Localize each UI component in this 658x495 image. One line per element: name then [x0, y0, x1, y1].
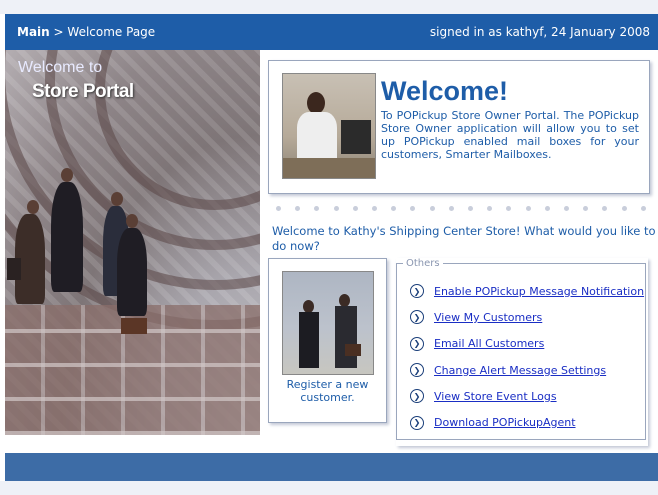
dotted-divider — [276, 206, 646, 212]
breadcrumb-current: Welcome Page — [67, 25, 156, 39]
handshake-image[interactable] — [282, 271, 374, 375]
hero-image: Welcome to Store Portal — [5, 50, 260, 435]
welcome-panel: Welcome! To POPickup Store Owner Portal.… — [268, 60, 650, 194]
welcome-title: Welcome! — [381, 76, 509, 106]
bottom-strip — [0, 481, 658, 495]
breadcrumb-separator: > — [53, 25, 64, 39]
list-item: ❯ Enable POPickup Message Notification — [410, 278, 644, 304]
email-customers-link[interactable]: Email All Customers — [434, 337, 544, 350]
circle-arrow-right-icon[interactable]: ❯ — [410, 284, 424, 299]
circle-arrow-right-icon[interactable]: ❯ — [410, 389, 424, 404]
circle-arrow-right-icon[interactable]: ❯ — [410, 336, 424, 351]
download-agent-link[interactable]: Download POPickupAgent — [434, 416, 576, 429]
breadcrumb: Main > Welcome Page — [17, 25, 155, 39]
register-customer-panel[interactable]: Register a new customer. — [268, 258, 387, 423]
list-item: ❯ View Store Event Logs — [410, 383, 644, 409]
view-customers-link[interactable]: View My Customers — [434, 311, 542, 324]
list-item: ❯ Change Alert Message Settings — [410, 357, 644, 383]
register-customer-link[interactable]: Register a new customer. — [274, 378, 381, 404]
event-logs-link[interactable]: View Store Event Logs — [434, 390, 557, 403]
header-bar: Main > Welcome Page signed in as kathyf,… — [5, 14, 658, 50]
footer-bar — [5, 453, 658, 481]
top-strip — [0, 0, 658, 14]
businessman-figure — [27, 200, 39, 214]
enable-notification-link[interactable]: Enable POPickup Message Notification — [434, 285, 644, 298]
others-legend: Others — [406, 258, 440, 269]
store-question: Welcome to Kathy's Shipping Center Store… — [272, 224, 656, 253]
welcome-description: To POPickup Store Owner Portal. The POPi… — [381, 109, 639, 161]
signed-in-status: signed in as kathyf, 24 January 2008 — [429, 25, 650, 39]
list-item: ❯ Download POPickupAgent — [410, 409, 644, 435]
woman-at-computer-image — [282, 73, 376, 179]
breadcrumb-main-link[interactable]: Main — [17, 25, 50, 39]
circle-arrow-right-icon[interactable]: ❯ — [410, 310, 424, 325]
others-panel: Others ❯ Enable POPickup Message Notific… — [396, 258, 648, 446]
list-item: ❯ Email All Customers — [410, 331, 644, 357]
list-item: ❯ View My Customers — [410, 304, 644, 330]
hero-portal-title: Store Portal — [32, 81, 134, 102]
others-link-list: ❯ Enable POPickup Message Notification ❯… — [410, 278, 644, 436]
circle-arrow-right-icon[interactable]: ❯ — [410, 415, 424, 430]
circle-arrow-right-icon[interactable]: ❯ — [410, 363, 424, 378]
hero-welcome-text: Welcome to — [18, 59, 103, 76]
alert-settings-link[interactable]: Change Alert Message Settings — [434, 364, 606, 377]
